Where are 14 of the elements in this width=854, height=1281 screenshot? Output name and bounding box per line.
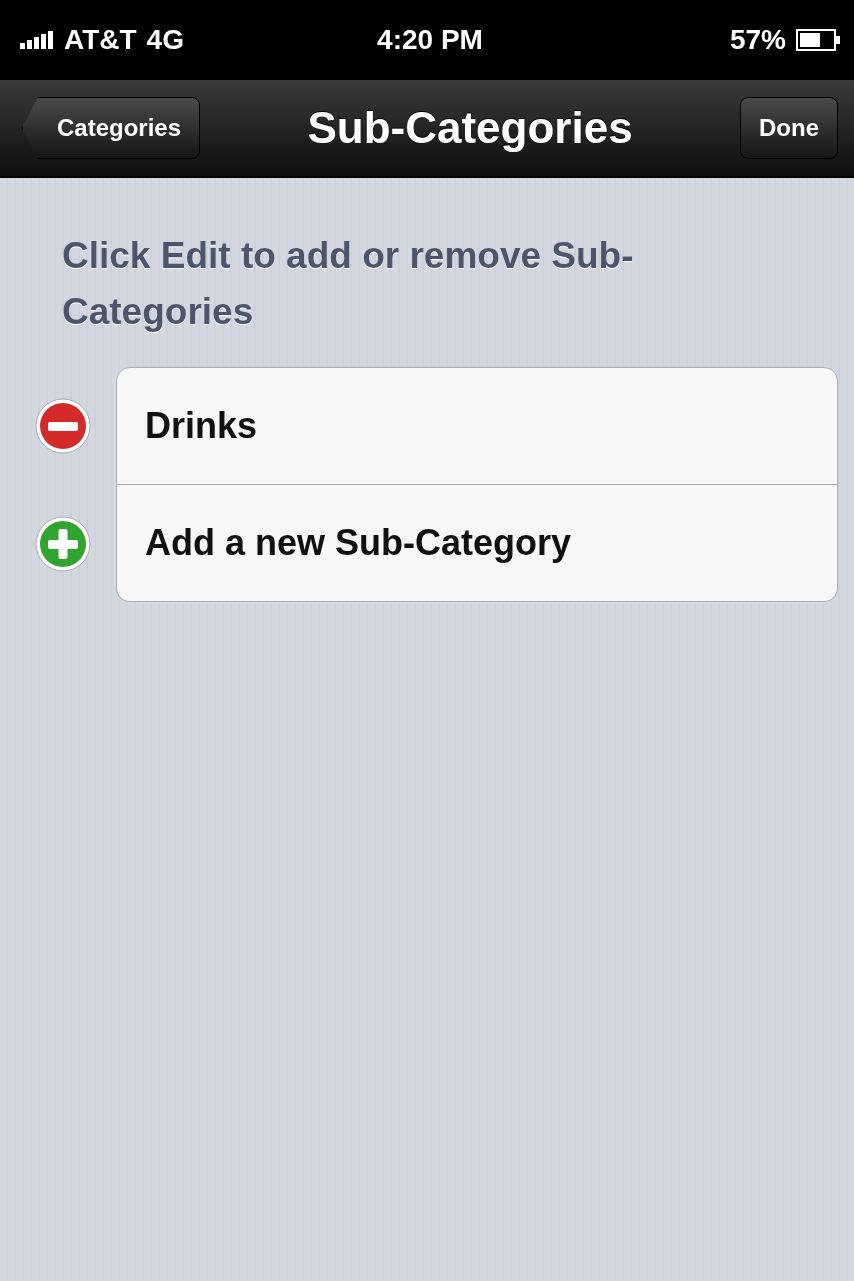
battery-icon — [796, 29, 840, 51]
nav-title: Sub-Categories — [307, 103, 633, 153]
list-row[interactable]: Add a new Sub-Category — [116, 485, 838, 602]
delete-icon[interactable] — [34, 397, 92, 455]
done-button[interactable]: Done — [740, 97, 838, 159]
battery-percent: 57% — [729, 24, 786, 56]
add-icon[interactable] — [34, 514, 92, 573]
section-header: Click Edit to add or remove Sub-Categories — [62, 234, 635, 334]
clock-time: 4:20 PM — [377, 24, 483, 56]
signal-icon — [20, 31, 54, 49]
list-row[interactable]: Drinks — [116, 367, 838, 485]
carrier-name: AT&T — [64, 24, 137, 56]
network-type: 4G — [146, 24, 184, 56]
back-button[interactable]: Categories — [22, 97, 201, 159]
